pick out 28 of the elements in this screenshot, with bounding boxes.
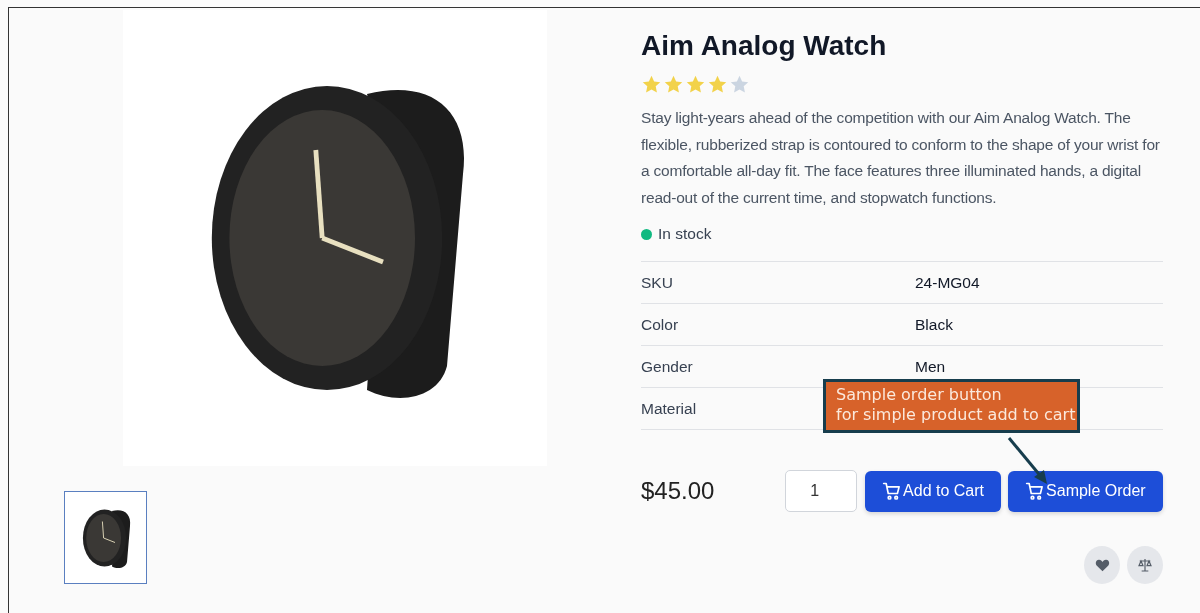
cart-icon <box>882 481 903 501</box>
wishlist-button[interactable] <box>1084 546 1120 584</box>
attribute-label: Gender <box>641 357 693 375</box>
annotation-callout: Sample order button for simple product add to cart <box>823 379 1080 433</box>
attribute-value: Men <box>915 357 946 375</box>
stock-status-text: In stock <box>658 225 712 243</box>
attribute-label: SKU <box>641 273 673 291</box>
attribute-value: 24-MG04 <box>915 273 980 291</box>
attribute-label: Color <box>641 315 679 333</box>
sample-order-button[interactable]: Sample Order <box>1007 470 1163 512</box>
scale-icon <box>1137 557 1153 573</box>
add-to-cart-button[interactable]: Add to Cart <box>865 470 1001 512</box>
star-icon <box>663 74 684 95</box>
star-icon <box>707 74 728 95</box>
heart-icon <box>1094 558 1110 572</box>
quantity-field[interactable]: 1 <box>785 470 858 512</box>
product-description: Stay light-years ahead of the competition with our Aim Analog Watch. The flexible, rubberized strap is contoured to conform to the shape of your wrist for a comfortable all-day fit. The face features three illuminated hands, a digital read-out of the current time, and stopwatch functions. <box>641 108 1161 208</box>
leader-arrow <box>1007 437 1049 485</box>
star-icon <box>685 74 706 95</box>
star-icon <box>641 74 662 95</box>
attribute-label: Material <box>641 399 697 417</box>
star-icon <box>729 74 750 95</box>
compare-button[interactable] <box>1127 546 1163 584</box>
product-price: $45.00 <box>641 477 716 505</box>
product-thumbnail[interactable] <box>64 491 147 584</box>
cart-icon <box>1025 481 1046 501</box>
attribute-value: Black <box>915 315 953 333</box>
product-title: Aim Analog Watch <box>641 30 888 62</box>
